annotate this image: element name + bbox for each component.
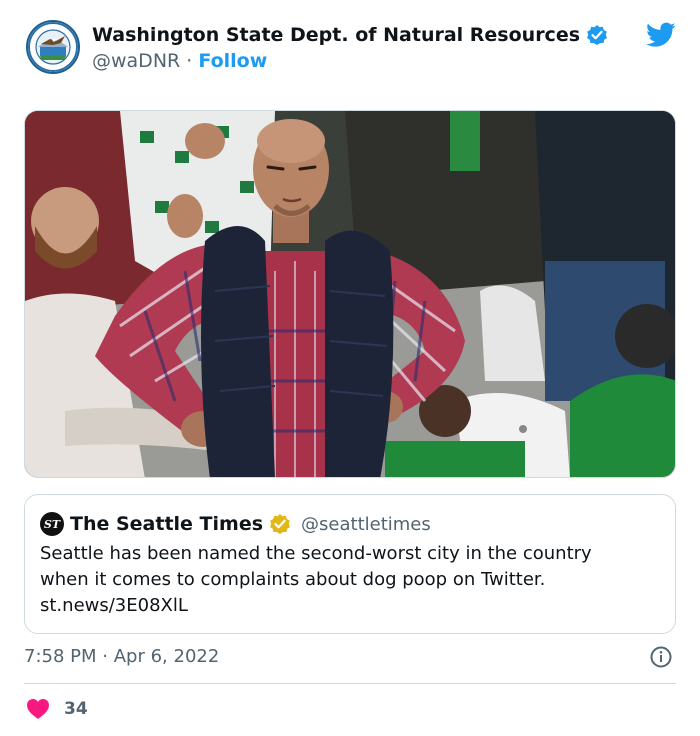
author-name[interactable]: Washington State Dept. of Natural Resour…: [92, 24, 580, 46]
quoted-link[interactable]: st.news/3E08XlL: [40, 593, 660, 619]
tweet-card: Washington State Dept. of Natural Resour…: [0, 0, 700, 736]
tweet-timestamp[interactable]: 7:58 PM · Apr 6, 2022: [24, 646, 219, 667]
quoted-author-name: The Seattle Times: [70, 513, 264, 535]
handle-separator: ·: [186, 50, 193, 72]
tweet-photo[interactable]: [24, 110, 676, 478]
quoted-tweet[interactable]: ST The Seattle Times @seattletimes Seatt…: [24, 494, 676, 634]
handle-row: @waDNR · Follow: [92, 50, 267, 72]
meta-separator: ·: [102, 646, 108, 667]
quoted-tweet-header: ST The Seattle Times @seattletimes: [40, 512, 431, 536]
tweet-time: 7:58 PM: [24, 646, 97, 667]
quoted-text-line: when it comes to complaints about dog po…: [40, 569, 546, 590]
quoted-tweet-text: Seattle has been named the second-worst …: [40, 541, 660, 619]
heart-icon: [26, 698, 50, 720]
author-handle[interactable]: @waDNR: [92, 50, 180, 72]
tweet-date: Apr 6, 2022: [113, 646, 220, 667]
info-icon[interactable]: [649, 645, 673, 669]
quoted-author-handle: @seattletimes: [301, 513, 431, 535]
quoted-text-line: Seattle has been named the second-worst …: [40, 543, 592, 564]
like-button[interactable]: 34: [26, 696, 88, 722]
author-row: Washington State Dept. of Natural Resour…: [92, 22, 608, 48]
divider: [24, 683, 676, 684]
wa-dnr-seal-icon[interactable]: [26, 20, 80, 74]
seattle-times-logo-icon: ST: [40, 512, 64, 536]
follow-button[interactable]: Follow: [198, 50, 267, 72]
twitter-bird-icon[interactable]: [646, 22, 676, 48]
photo-man-hands-on-hips: [25, 111, 675, 477]
like-count: 34: [64, 699, 88, 719]
gold-verified-badge-icon: [269, 513, 291, 535]
verified-badge-icon: [586, 24, 608, 46]
